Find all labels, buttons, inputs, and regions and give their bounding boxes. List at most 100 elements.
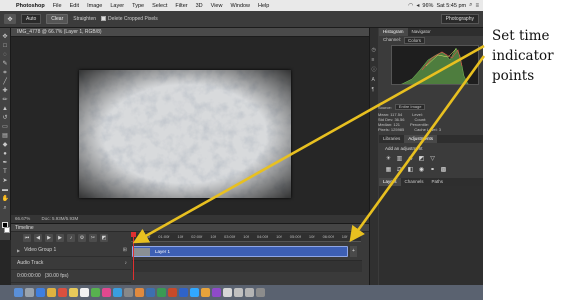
menu-clock[interactable]: Sat 5:45 pm [436, 3, 466, 9]
transition-icon[interactable]: ◩ [100, 233, 108, 242]
path-select-tool-icon[interactable]: ➤ [2, 178, 9, 185]
type-tool-icon[interactable]: T [2, 169, 9, 176]
shape-tool-icon[interactable]: ▬ [2, 187, 9, 194]
color-balance-icon[interactable]: ⚖ [396, 167, 403, 174]
hand-tool-icon[interactable]: ✋ [2, 196, 9, 203]
app-store-icon[interactable] [113, 288, 122, 297]
pen-tool-icon[interactable]: ✒ [2, 160, 9, 167]
black-white-icon[interactable]: ◧ [407, 167, 414, 174]
crop-tool-icon[interactable]: ✥ [4, 14, 16, 24]
battery-level[interactable]: 96% [422, 3, 433, 9]
menu-window[interactable]: Window [226, 3, 254, 9]
curves-icon[interactable]: ∿ [407, 156, 414, 163]
wifi-icon[interactable]: ◠ [408, 2, 413, 9]
layers-list[interactable] [379, 186, 483, 285]
reminders-icon[interactable] [80, 288, 89, 297]
tab-paths[interactable]: Paths [428, 178, 448, 186]
tab-histogram[interactable]: Histogram [379, 28, 408, 36]
eyedropper-tool-icon[interactable]: ╱ [2, 79, 9, 86]
menu-filter[interactable]: Filter [171, 3, 191, 9]
expand-track-icon[interactable]: ▶ [17, 244, 20, 257]
preview-icon[interactable] [223, 288, 232, 297]
history-panel-icon[interactable]: ◷ [372, 48, 377, 53]
tab-adjustments[interactable]: Adjustments [404, 135, 438, 143]
menu-image[interactable]: Image [83, 3, 106, 9]
history-brush-icon[interactable]: ↺ [2, 115, 9, 122]
workspace-select[interactable]: Photography [440, 14, 479, 24]
crop-preset-select[interactable]: Auto [21, 14, 42, 24]
timeline-settings-icon[interactable]: ⚙ [78, 233, 86, 242]
previous-frame-icon[interactable]: ◀ [34, 233, 42, 242]
info-panel-icon[interactable]: ⓘ [372, 68, 377, 73]
skype-icon[interactable] [179, 288, 188, 297]
brush-tool-icon[interactable]: ✏ [2, 97, 9, 104]
notes-icon[interactable] [69, 288, 78, 297]
current-time-indicator[interactable] [131, 232, 136, 280]
menu-3d[interactable]: 3D [192, 3, 207, 9]
source-select[interactable]: Entire Image [394, 104, 426, 110]
go-to-first-frame-icon[interactable]: ⏮ [23, 233, 31, 242]
next-frame-icon[interactable]: ▶ [56, 233, 64, 242]
add-media-icon[interactable]: ⊞ [123, 244, 127, 257]
downloads-stack-icon[interactable] [234, 288, 243, 297]
finder-icon[interactable] [14, 288, 23, 297]
menu-view[interactable]: View [207, 3, 227, 9]
clone-stamp-icon[interactable]: ▲ [2, 106, 9, 113]
crop-tool-icon[interactable]: ⌗ [2, 70, 9, 77]
paragraph-panel-icon[interactable]: ¶ [372, 88, 377, 93]
color-lookup-icon[interactable]: ▩ [440, 167, 447, 174]
launchpad-icon[interactable] [25, 288, 34, 297]
audio-lane[interactable] [132, 260, 362, 272]
blur-tool-icon[interactable]: ◆ [2, 142, 9, 149]
document-size[interactable]: Doc: 5.93M/5.93M [42, 216, 79, 221]
eraser-tool-icon[interactable]: ▭ [2, 124, 9, 131]
document-tab[interactable]: IMG_4778 @ 66.7% (Layer 1, RGB/8) [11, 28, 369, 37]
document-canvas-image[interactable] [79, 70, 291, 198]
delete-cropped-checkbox[interactable] [101, 16, 107, 22]
premiere-icon[interactable] [212, 288, 221, 297]
mute-audio-icon[interactable]: ♪ [125, 257, 128, 270]
photoshop-icon[interactable] [190, 288, 199, 297]
properties-panel-icon[interactable]: ≡ [372, 58, 377, 63]
zoom-tool-icon[interactable]: ⌕ [2, 205, 9, 212]
healing-brush-icon[interactable]: ✚ [2, 88, 9, 95]
word-icon[interactable] [146, 288, 155, 297]
menu-edit[interactable]: Edit [66, 3, 83, 9]
video-group-track[interactable]: ▶ Video Group 1 ⊞ [11, 244, 131, 257]
audio-mute-icon[interactable]: ♪ [67, 233, 75, 242]
tab-navigator[interactable]: Navigator [408, 28, 435, 36]
illustrator-icon[interactable] [201, 288, 210, 297]
notification-center-icon[interactable]: ≡ [475, 3, 479, 9]
tab-libraries[interactable]: Libraries [379, 135, 404, 143]
excel-icon[interactable] [157, 288, 166, 297]
add-media-plus-icon[interactable]: + [350, 246, 357, 257]
timeline-ruler[interactable]: 10f 01:00f 10f 02:00f 10f 03:00f 10f 04:00f 10f 0… [131, 233, 361, 242]
messages-icon[interactable] [91, 288, 100, 297]
menu-select[interactable]: Select [148, 3, 171, 9]
marquee-tool-icon[interactable]: □ [2, 43, 9, 50]
tab-channels[interactable]: Channels [401, 178, 428, 186]
mail-icon[interactable] [47, 288, 56, 297]
audio-track[interactable]: Audio Track ♪ [11, 257, 131, 270]
tab-layers[interactable]: Layers [379, 178, 401, 186]
dodge-tool-icon[interactable]: ● [2, 151, 9, 158]
brightness-icon[interactable]: ☀ [385, 156, 392, 163]
photo-filter-icon[interactable]: ◉ [418, 167, 425, 174]
video-clip-layer-1[interactable]: Layer 1 [132, 246, 348, 257]
split-at-playhead-icon[interactable]: ✂ [89, 233, 97, 242]
documents-stack-icon[interactable] [245, 288, 254, 297]
character-panel-icon[interactable]: A [372, 78, 377, 83]
menu-photoshop[interactable]: Photoshop [12, 3, 49, 9]
background-color-swatch[interactable] [3, 227, 10, 233]
channel-select[interactable]: Colors [404, 37, 426, 44]
straighten-button[interactable]: Straighten [73, 16, 96, 22]
levels-icon[interactable]: ▥ [396, 156, 403, 163]
clear-button[interactable]: Clear [46, 14, 69, 24]
itunes-icon[interactable] [102, 288, 111, 297]
canvas-area[interactable] [11, 37, 369, 215]
lasso-tool-icon[interactable]: ◌ [2, 52, 9, 59]
vibrance-icon[interactable]: ▽ [429, 156, 436, 163]
photos-icon[interactable] [135, 288, 144, 297]
exposure-icon[interactable]: ◩ [418, 156, 425, 163]
system-preferences-icon[interactable] [124, 288, 133, 297]
